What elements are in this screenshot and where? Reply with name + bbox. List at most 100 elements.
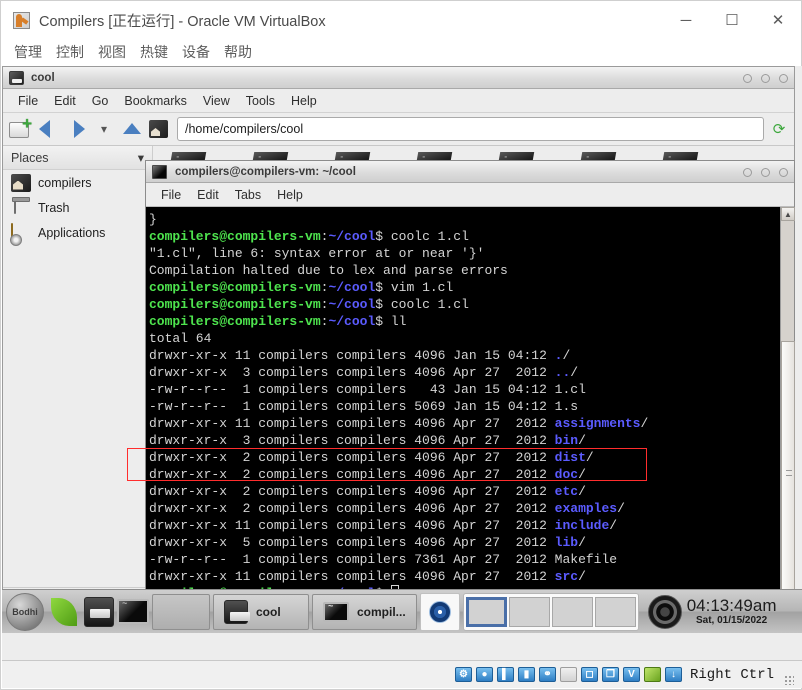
terminal-titlebar[interactable]: compilers@compilers-vm: ~/cool bbox=[146, 161, 794, 183]
keyboard-icon[interactable]: ↓ bbox=[664, 667, 682, 682]
menu-devices[interactable]: 设备 bbox=[177, 40, 215, 64]
task-label: compil... bbox=[357, 604, 406, 619]
file-manager-menubar: File Edit Go Bookmarks View Tools Help bbox=[3, 89, 794, 113]
minimize-button[interactable] bbox=[743, 167, 752, 177]
menu-manage[interactable]: 管理 bbox=[9, 40, 47, 64]
minimize-button[interactable] bbox=[743, 73, 752, 83]
chevron-down-icon[interactable]: ▾ bbox=[138, 150, 144, 165]
terminal-listing-row: drwxr-xr-x 3 compilers compilers 4096 Ap… bbox=[149, 433, 586, 448]
trash-icon bbox=[11, 197, 31, 217]
fm-menu-go[interactable]: Go bbox=[85, 92, 116, 110]
sidebar-item-compilers[interactable]: compilers bbox=[3, 170, 152, 195]
mouse-integration-icon[interactable] bbox=[643, 667, 661, 682]
term-menu-file[interactable]: File bbox=[154, 186, 188, 204]
workspace-2[interactable] bbox=[508, 596, 550, 627]
new-tab-icon[interactable] bbox=[9, 118, 31, 140]
leaf-icon[interactable] bbox=[47, 595, 81, 629]
workspace-1[interactable] bbox=[465, 596, 507, 627]
display-icon[interactable]: ◻ bbox=[580, 667, 598, 682]
menu-control[interactable]: 控制 bbox=[51, 40, 89, 64]
fm-menu-bookmarks[interactable]: Bookmarks bbox=[117, 92, 194, 110]
terminal-listing-row: drwxr-xr-x 2 compilers compilers 4096 Ap… bbox=[149, 484, 586, 499]
sidebar-item-trash[interactable]: Trash bbox=[3, 195, 152, 220]
terminal-command-line: compilers@compilers-vm:~/cool$ coolc 1.c… bbox=[149, 229, 469, 244]
back-arrow-icon[interactable] bbox=[37, 118, 59, 140]
network-icon[interactable]: ▮ bbox=[517, 667, 535, 682]
filemanager-icon bbox=[9, 70, 24, 85]
close-button[interactable]: ✕ bbox=[755, 1, 801, 39]
forward-arrow-icon[interactable] bbox=[65, 118, 87, 140]
sidebar-item-label: Applications bbox=[38, 225, 106, 240]
workspace-3[interactable] bbox=[551, 596, 593, 627]
fm-menu-help[interactable]: Help bbox=[284, 92, 324, 110]
term-menu-tabs[interactable]: Tabs bbox=[228, 186, 268, 204]
fm-menu-edit[interactable]: Edit bbox=[47, 92, 83, 110]
maximize-button[interactable] bbox=[761, 73, 770, 83]
path-input[interactable]: /home/compilers/cool bbox=[177, 117, 764, 141]
terminal-launcher-icon[interactable] bbox=[117, 599, 149, 624]
fm-menu-tools[interactable]: Tools bbox=[239, 92, 282, 110]
terminal-listing-row: drwxr-xr-x 3 compilers compilers 4096 Ap… bbox=[149, 365, 579, 380]
virtualbox-statusbar: ⚙ ● ▌ ▮ ⚭ ◻ ❐ V ↓ Right Ctrl bbox=[2, 660, 802, 688]
term-menu-edit[interactable]: Edit bbox=[190, 186, 226, 204]
maximize-button[interactable]: ☐ bbox=[709, 1, 755, 39]
maximize-button[interactable] bbox=[761, 167, 770, 177]
up-arrow-icon[interactable] bbox=[121, 118, 143, 140]
terminal-output-line: total 64 bbox=[149, 331, 212, 346]
scrollbar-thumb[interactable] bbox=[781, 341, 795, 604]
terminal-listing-row: -rw-r--r-- 1 compilers compilers 7361 Ap… bbox=[149, 552, 618, 567]
menu-help[interactable]: 帮助 bbox=[219, 40, 257, 64]
virtualbox-menubar: 管理 控制 视图 热键 设备 帮助 bbox=[1, 39, 801, 65]
terminal-listing-row: drwxr-xr-x 11 compilers compilers 4096 A… bbox=[149, 416, 649, 431]
usb-icon[interactable]: ⚭ bbox=[538, 667, 556, 682]
menu-hotkeys[interactable]: 热键 bbox=[135, 40, 173, 64]
close-button[interactable] bbox=[779, 167, 788, 177]
sidebar-item-applications[interactable]: Applications bbox=[3, 220, 152, 245]
minimize-button[interactable]: ─ bbox=[663, 1, 709, 39]
shared-clipboard-icon[interactable]: ❐ bbox=[601, 667, 619, 682]
reload-icon[interactable]: ⟳ bbox=[770, 120, 788, 138]
clock[interactable]: 04:13:49am Sat, 01/15/2022 bbox=[687, 596, 777, 627]
chevron-down-icon[interactable]: ▾ bbox=[93, 118, 115, 140]
workspace-pager[interactable] bbox=[462, 592, 639, 631]
shared-folder-icon[interactable] bbox=[559, 667, 577, 682]
floppy-icon[interactable]: ▌ bbox=[496, 667, 514, 682]
taskbar-task-cool[interactable]: cool bbox=[213, 593, 309, 630]
terminal-title: compilers@compilers-vm: ~/cool bbox=[175, 165, 356, 178]
terminal-command-line: compilers@compilers-vm:~/cool$ ll bbox=[149, 314, 407, 329]
guest-screen: cool File Edit Go Bookmarks View Tools H… bbox=[2, 66, 802, 662]
file-manager-launcher-icon[interactable] bbox=[84, 596, 114, 627]
video-capture-icon[interactable]: V bbox=[622, 667, 640, 682]
home-icon[interactable] bbox=[149, 118, 171, 140]
taskbar-task-terminal[interactable]: compil... bbox=[312, 593, 417, 630]
resize-grip[interactable] bbox=[784, 675, 794, 685]
terminal-icon bbox=[152, 164, 167, 179]
optical-disk-icon[interactable]: ● bbox=[475, 667, 493, 682]
file-manager-titlebar[interactable]: cool bbox=[3, 67, 794, 89]
terminal-scrollbar[interactable]: ▲ ▼ bbox=[780, 207, 795, 620]
terminal-window: compilers@compilers-vm: ~/cool File Edit… bbox=[145, 160, 795, 621]
terminal-command-line: compilers@compilers-vm:~/cool$ vim 1.cl bbox=[149, 280, 454, 295]
close-button[interactable] bbox=[779, 73, 788, 83]
terminal-listing-row: drwxr-xr-x 11 compilers compilers 4096 J… bbox=[149, 348, 571, 363]
places-header[interactable]: Places ▾ bbox=[3, 146, 152, 170]
terminal-output-line: } bbox=[149, 212, 157, 227]
menu-view[interactable]: 视图 bbox=[93, 40, 131, 64]
terminal-window-controls bbox=[743, 161, 788, 183]
scroll-up-icon[interactable]: ▲ bbox=[781, 207, 795, 221]
fm-menu-file[interactable]: File bbox=[11, 92, 45, 110]
workspace-4[interactable] bbox=[594, 596, 636, 627]
file-manager-title: cool bbox=[31, 71, 55, 84]
term-menu-help[interactable]: Help bbox=[270, 186, 310, 204]
systray-eye[interactable] bbox=[419, 592, 460, 631]
virtualbox-titlebar: Compilers [正在运行] - Oracle VM VirtualBox … bbox=[1, 1, 801, 39]
hard-disk-icon[interactable]: ⚙ bbox=[454, 667, 472, 682]
virtualbox-icon bbox=[13, 11, 30, 29]
home-folder-icon bbox=[11, 173, 31, 192]
terminal-screen[interactable]: } compilers@compilers-vm:~/cool$ coolc 1.… bbox=[146, 207, 780, 620]
terminal-listing-row: drwxr-xr-x 2 compilers compilers 4096 Ap… bbox=[149, 450, 594, 465]
fm-menu-view[interactable]: View bbox=[196, 92, 237, 110]
taskbar-separator bbox=[152, 593, 210, 630]
bodhi-menu-icon[interactable]: Bodhi bbox=[6, 592, 44, 631]
eye-icon bbox=[428, 600, 451, 623]
